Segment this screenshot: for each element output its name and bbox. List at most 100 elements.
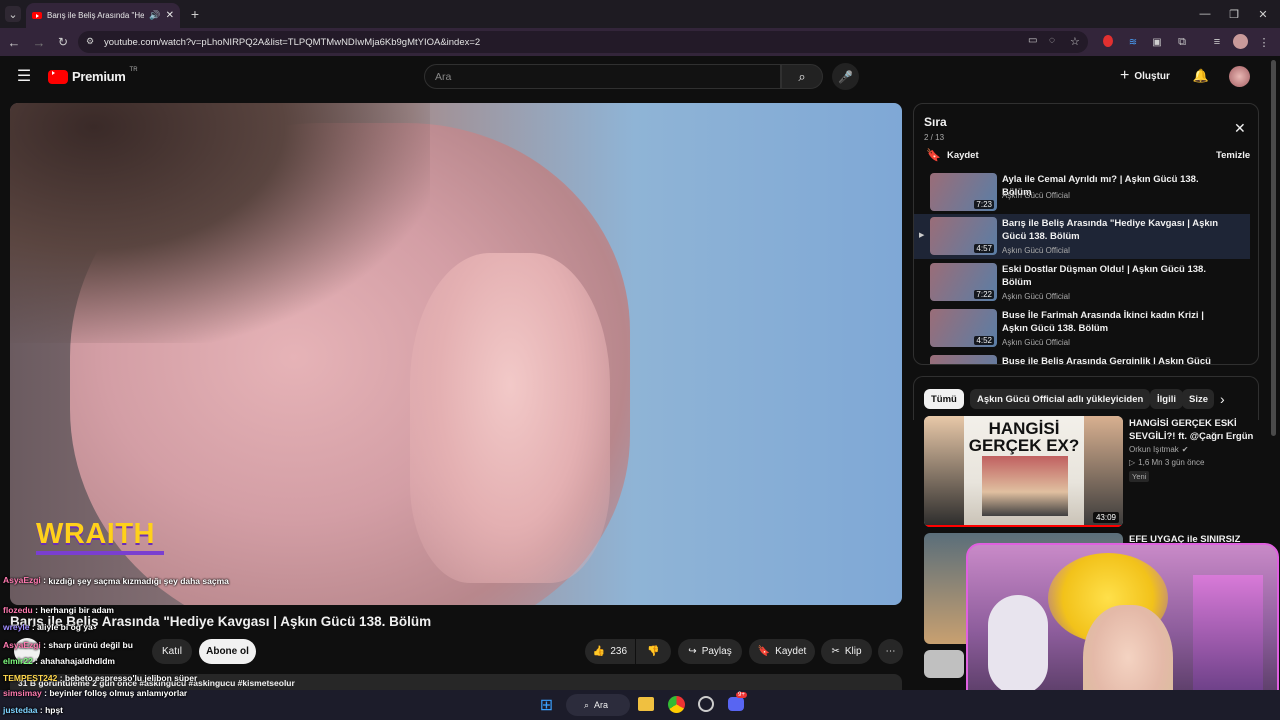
- discord-icon[interactable]: [728, 697, 744, 711]
- queue-item[interactable]: 7:22 Eski Dostlar Düşman Oldu! | Aşkın G…: [914, 260, 1250, 305]
- duration-badge: 4:52: [974, 336, 994, 345]
- chat-text-8: :: [37, 705, 46, 715]
- rec-thumbnail-3[interactable]: [924, 650, 964, 678]
- verified-icon: ✔: [1181, 445, 1189, 454]
- address-bar[interactable]: ⚙ youtube.com/watch?v=pLhoNIRPQ2A&list=T…: [78, 31, 1088, 53]
- chat-message: wreyle : aliyle bi ög ya: [3, 622, 93, 632]
- queue-item[interactable]: Buse ile Beliş Arasında Gerginlik | Aşkı…: [914, 352, 1250, 364]
- chat-message: justedaa : hpşt: [3, 705, 63, 715]
- queue-save-label: Kaydet: [946, 149, 979, 161]
- chip-for-you[interactable]: Size: [1182, 389, 1214, 409]
- create-button[interactable]: + Oluştur: [1120, 67, 1170, 85]
- close-queue-icon[interactable]: ✕: [1234, 120, 1246, 137]
- chat-user: justedaa: [3, 705, 38, 715]
- scissors-icon: ✂: [831, 646, 840, 657]
- bookmark-star-icon[interactable]: ☆: [1070, 35, 1080, 48]
- rec-duration-badge: 43:09: [1092, 512, 1119, 523]
- chat-user: elmir22: [3, 656, 33, 666]
- site-info-icon[interactable]: ⚙: [86, 36, 94, 47]
- browser-tab-active[interactable]: Barış ile Beliş Arasında "He 🔊 ✕: [26, 3, 180, 28]
- queue-item-current[interactable]: ▶ 4:57 Barış ile Beliş Arasında "Hediye …: [914, 214, 1250, 259]
- rec-channel-name: Orkun Işıtmak: [1129, 445, 1179, 454]
- save-button[interactable]: 🔖 Kaydet: [749, 639, 815, 664]
- rec-thumb-group: [982, 456, 1068, 516]
- chat-message: flozedu : herhangi bir adam: [3, 605, 114, 615]
- chrome-menu-icon[interactable]: ⋮: [1259, 35, 1270, 49]
- minimize-icon[interactable]: —: [1198, 6, 1212, 22]
- tab-search-icon[interactable]: ⌄: [5, 6, 21, 22]
- chat-user: AsyaEzgi: [3, 640, 41, 650]
- chat-message: AsyaEzgi : kızdığı şey saçma kızmadığı ş…: [3, 575, 238, 588]
- voice-search-button[interactable]: 🎤: [832, 63, 859, 90]
- hamburger-menu-icon[interactable]: ☰: [16, 68, 32, 85]
- tab-close-icon[interactable]: ✕: [166, 10, 174, 21]
- thumbs-down-icon: 👎: [647, 646, 660, 657]
- windows-start-icon[interactable]: ⊞: [538, 696, 555, 714]
- extension-red-icon[interactable]: [1103, 35, 1113, 47]
- extensions-puzzle-icon[interactable]: ⧉: [1175, 35, 1189, 49]
- subscribe-button[interactable]: Abone ol: [199, 639, 256, 664]
- queue-item-title: Buse İle Farimah Arasında İkinci kadın K…: [1002, 310, 1204, 334]
- youtube-favicon-icon: [32, 12, 42, 19]
- queue-item-title: Eski Dostlar Düşman Oldu! | Aşkın Gücü 1…: [1002, 264, 1206, 288]
- account-avatar[interactable]: [1229, 66, 1250, 87]
- discord-badge: 9+: [736, 692, 747, 698]
- more-actions-button[interactable]: ⋯: [878, 639, 903, 664]
- extension-square-icon[interactable]: ▣: [1150, 35, 1164, 49]
- join-button[interactable]: Katıl: [152, 639, 192, 664]
- clip-button[interactable]: ✂ Klip: [821, 639, 872, 664]
- back-icon[interactable]: ←: [7, 35, 21, 50]
- restore-icon[interactable]: ❐: [1227, 6, 1241, 22]
- tab-title: Barış ile Beliş Arasında "He: [47, 11, 145, 20]
- play-small-icon: ▷: [1129, 458, 1136, 467]
- youtube-premium-logo[interactable]: Premium TR: [48, 67, 138, 84]
- cast-icon[interactable]: ▭: [1028, 35, 1037, 46]
- plus-icon: +: [1120, 67, 1130, 84]
- queue-clear-button[interactable]: Temizle: [1216, 150, 1250, 161]
- chat-text-3: :: [29, 622, 38, 632]
- eye-off-icon[interactable]: ◌: [1049, 35, 1055, 46]
- window-close-icon[interactable]: ✕: [1256, 6, 1270, 22]
- taskbar-search[interactable]: ⌕ Ara: [566, 694, 630, 716]
- duration-badge: 7:22: [974, 290, 994, 299]
- chip-related[interactable]: İlgili: [1150, 389, 1183, 409]
- queue-item[interactable]: 7:23 Ayla ile Cemal Ayrıldı mı? | Aşkın …: [914, 170, 1250, 215]
- queue-item-channel: Aşkın Gücü Official: [1002, 246, 1070, 255]
- reading-list-icon[interactable]: ≡: [1210, 35, 1224, 49]
- reload-icon[interactable]: ↻: [56, 35, 70, 49]
- like-count: 236: [610, 646, 628, 657]
- extension-wave-icon[interactable]: ≋: [1126, 35, 1140, 49]
- rec-thumb-text: HANGİSİ GERÇEK EX?: [968, 419, 1080, 455]
- chat-text: kızdığı şey saçma kızmadığı şey daha saç…: [48, 576, 229, 586]
- file-explorer-icon[interactable]: [638, 697, 654, 711]
- obs-icon[interactable]: [698, 696, 714, 712]
- bookmark-icon: 🔖: [926, 148, 941, 162]
- profile-avatar[interactable]: [1233, 34, 1248, 49]
- tab-audio-icon[interactable]: 🔊: [149, 10, 160, 21]
- page-scrollbar[interactable]: [1271, 60, 1276, 436]
- rec-thumb-person-left: [924, 416, 964, 527]
- search-input[interactable]: Ara: [424, 64, 781, 89]
- forward-icon[interactable]: →: [32, 35, 46, 50]
- queue-item[interactable]: 4:52 Buse İle Farimah Arasında İkinci ka…: [914, 306, 1250, 351]
- chat-message: elmir22 : ahahahajaldhdldm: [3, 656, 115, 666]
- new-badge: Yeni: [1129, 471, 1150, 482]
- chips-next-icon[interactable]: ›: [1220, 391, 1225, 407]
- like-button[interactable]: 👍 236: [585, 639, 635, 664]
- queue-item-channel: Aşkın Gücü Official: [1002, 292, 1070, 301]
- new-tab-icon[interactable]: +: [188, 6, 202, 22]
- rec-title[interactable]: HANGİSİ GERÇEK ESKİ SEVGİLİ?! ft. @Çağrı…: [1129, 417, 1254, 443]
- chip-uploader[interactable]: Aşkın Gücü Official adlı yükleyiciden: [970, 389, 1151, 409]
- queue-thumbnail: 4:57: [930, 217, 997, 255]
- search-button[interactable]: ⌕: [781, 64, 823, 89]
- rec-channel[interactable]: Orkun Işıtmak ✔: [1129, 445, 1189, 454]
- queue-save-button[interactable]: 🔖 Kaydet: [926, 148, 979, 162]
- chrome-taskbar-icon[interactable]: [668, 696, 685, 713]
- video-frame-hands: [410, 253, 610, 583]
- notifications-bell-icon[interactable]: 🔔: [1193, 68, 1209, 84]
- rec-thumbnail[interactable]: HANGİSİ GERÇEK EX? 43:09: [924, 416, 1123, 527]
- queue-item-title: Barış ile Beliş Arasında "Hediye Kavgası…: [1002, 218, 1219, 242]
- share-button[interactable]: ↪ Paylaş: [678, 639, 742, 664]
- chip-all[interactable]: Tümü: [924, 389, 964, 409]
- dislike-button[interactable]: 👎: [636, 639, 671, 664]
